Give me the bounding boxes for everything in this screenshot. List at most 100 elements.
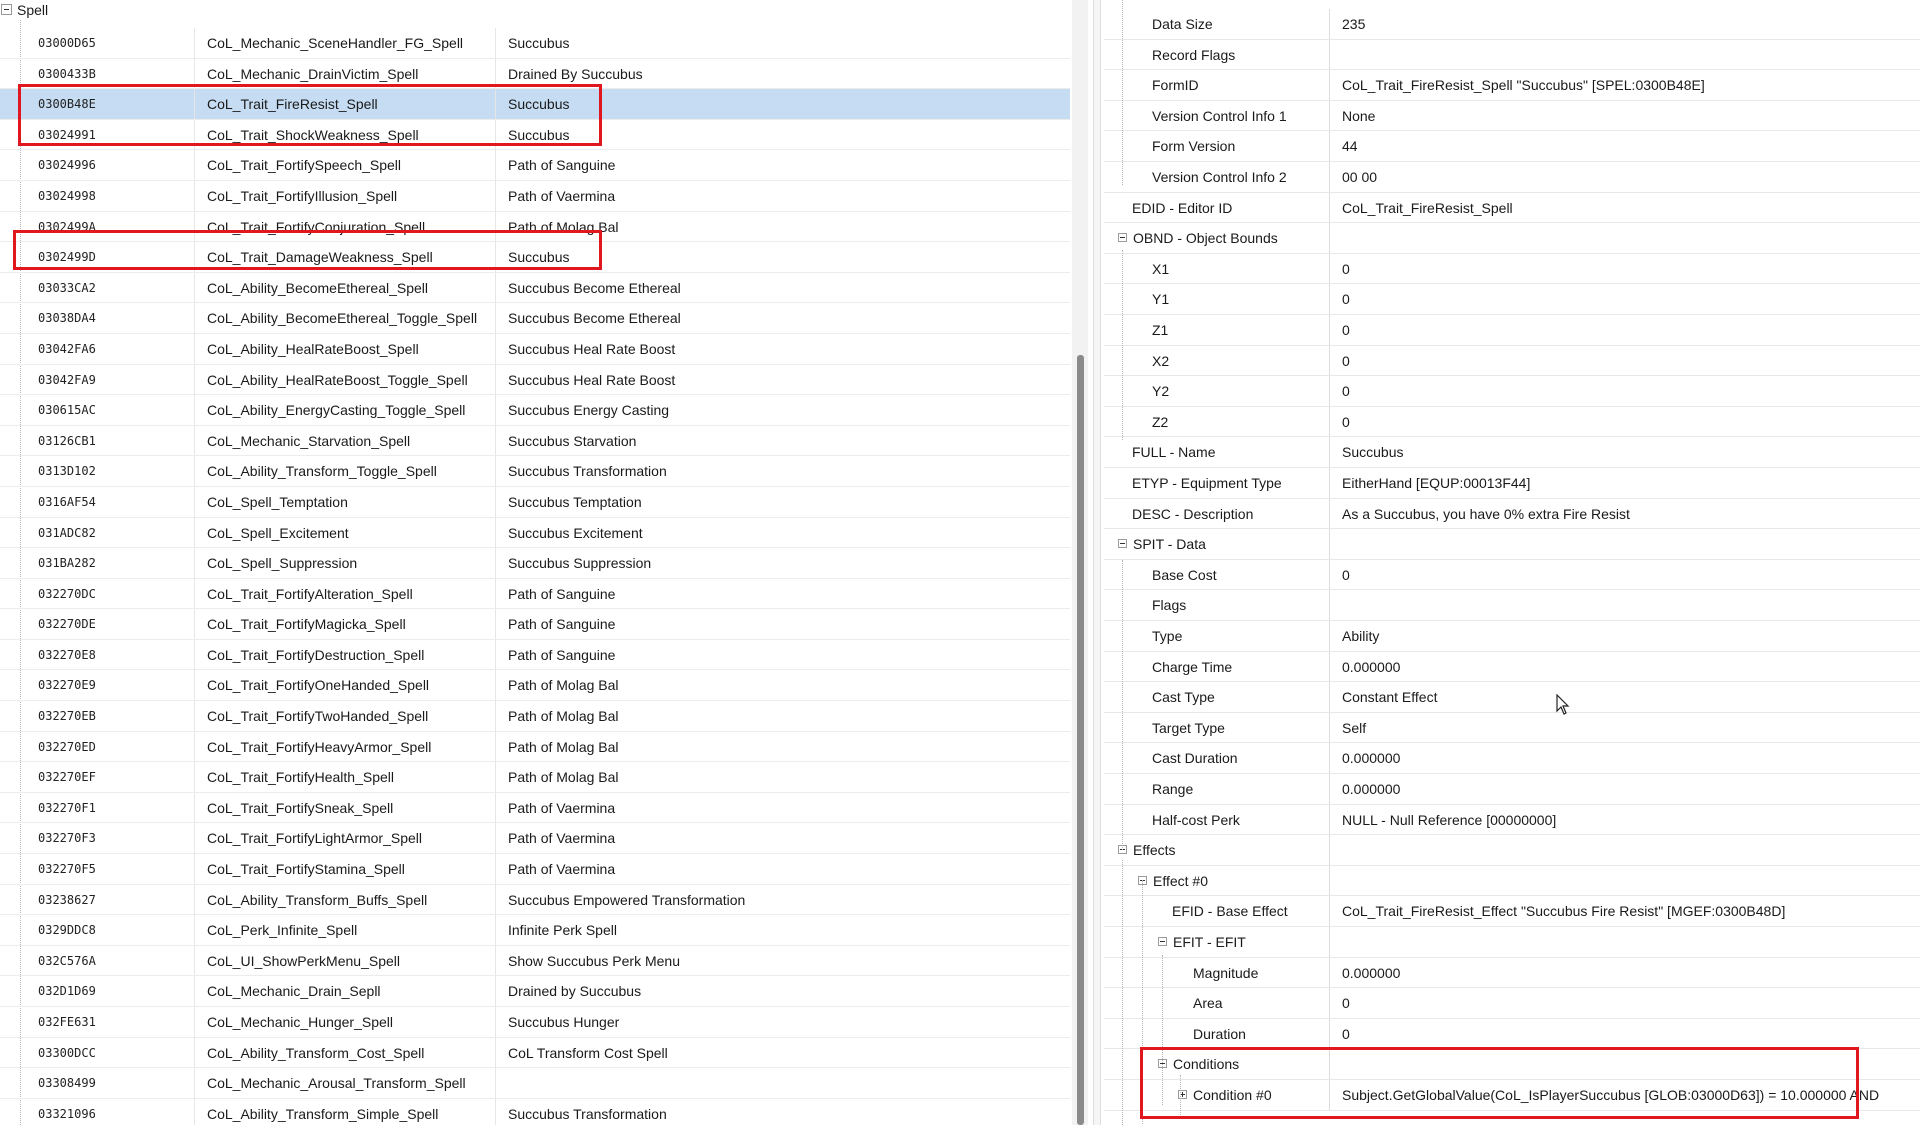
field-key: Conditions: [1173, 1056, 1240, 1073]
record-row[interactable]: 032270E9 CoL_Trait_FortifyOneHanded_Spell…: [0, 670, 1070, 702]
field-row[interactable]: Area 0: [1104, 988, 1920, 1019]
column-divider: [1329, 315, 1330, 345]
field-key: Condition #0: [1193, 1087, 1272, 1103]
record-row[interactable]: 0302499D CoL_Trait_DamageWeakness_Spell Su…: [0, 242, 1070, 273]
field-row[interactable]: DESC - Description As a Succubus, you hav…: [1104, 498, 1920, 530]
field-row[interactable]: ETYP - Equipment Type EitherHand [EQUP:00…: [1104, 468, 1920, 499]
record-row[interactable]: 032270E8 CoL_Trait_FortifyDestruction_Spe…: [0, 639, 1070, 671]
field-row[interactable]: Data Size 235: [1104, 9, 1920, 40]
record-row[interactable]: 032270DE CoL_Trait_FortifyMagicka_Spell Pa…: [0, 609, 1070, 640]
record-row[interactable]: 03033CA2 CoL_Ability_BecomeEthereal_Spell…: [0, 272, 1070, 304]
editor-id-cell: CoL_Ability_Transform_Simple_Spell: [207, 1105, 439, 1122]
tree-guide-line: [1180, 1075, 1181, 1115]
field-row[interactable]: Z2 0: [1104, 406, 1920, 438]
name-cell: Succubus Transformation: [508, 463, 667, 480]
record-row[interactable]: 03126CB1 CoL_Mechanic_Starvation_Spell Suc…: [0, 425, 1070, 457]
record-row[interactable]: 030615AC CoL_Ability_EnergyCasting_Toggle…: [0, 395, 1070, 426]
record-row[interactable]: 03042FA6 CoL_Ability_HealRateBoost_Spell S…: [0, 333, 1070, 365]
record-row[interactable]: 0313D102 CoL_Ability_Transform_Toggle_Spe…: [0, 456, 1070, 487]
field-row[interactable]: SPIT - Data: [1104, 529, 1920, 560]
record-row[interactable]: 032270F5 CoL_Trait_FortifyStamina_Spell Pa…: [0, 854, 1070, 885]
record-row[interactable]: 031ADC82 CoL_Spell_Excitement Succubus Exc…: [0, 517, 1070, 549]
field-row[interactable]: OBND - Object Bounds: [1104, 223, 1920, 254]
record-row[interactable]: 032270F1 CoL_Trait_FortifySneak_Spell Path…: [0, 792, 1070, 824]
field-row[interactable]: Magnitude 0.000000: [1104, 957, 1920, 989]
field-row[interactable]: Conditions: [1104, 1049, 1920, 1080]
record-row[interactable]: 0302499A CoL_Trait_FortifyConjuration_Spe…: [0, 211, 1070, 243]
field-row[interactable]: EFIT - EFIT: [1104, 927, 1920, 958]
column-divider: [1329, 621, 1330, 651]
column-divider: [194, 976, 195, 1006]
column-divider: [1329, 284, 1330, 314]
field-row[interactable]: Effects: [1104, 835, 1920, 866]
collapse-icon[interactable]: [1, 4, 12, 15]
column-divider: [495, 364, 496, 395]
record-row[interactable]: 03038DA4 CoL_Ability_BecomeEthereal_Toggl…: [0, 303, 1070, 334]
field-row[interactable]: Form Version 44: [1104, 131, 1920, 162]
field-key: Record Flags: [1152, 46, 1236, 63]
name-cell: Path of Sanguine: [508, 616, 616, 633]
column-divider: [1329, 162, 1330, 192]
record-row[interactable]: 031BA282 CoL_Spell_Suppression Succubus Su…: [0, 548, 1070, 579]
record-row[interactable]: 032270EB CoL_Trait_FortifyTwoHanded_Spell…: [0, 701, 1070, 732]
record-row[interactable]: 03024998 CoL_Trait_FortifyIllusion_Spell P…: [0, 180, 1070, 212]
field-row[interactable]: Record Flags: [1104, 39, 1920, 71]
pane-splitter[interactable]: [1093, 0, 1101, 1125]
field-row[interactable]: Target Type Self: [1104, 712, 1920, 744]
record-row[interactable]: 0300433B CoL_Mechanic_DrainVictim_Spell Dr…: [0, 58, 1070, 90]
record-row[interactable]: 03300DCC CoL_Ability_Transform_Cost_Spell…: [0, 1037, 1070, 1069]
record-row[interactable]: 03024996 CoL_Trait_FortifySpeech_Spell Pat…: [0, 150, 1070, 181]
field-row[interactable]: Version Control Info 2 00 00: [1104, 162, 1920, 193]
record-row[interactable]: 032270DC CoL_Trait_FortifyAlteration_Spel…: [0, 578, 1070, 610]
field-value: None: [1342, 107, 1376, 124]
collapse-icon[interactable]: [1158, 937, 1167, 946]
field-row[interactable]: FormID CoL_Trait_FireResist_Spell "Succub…: [1104, 70, 1920, 101]
record-row[interactable]: 03308499 CoL_Mechanic_Arousal_Transform_S…: [0, 1068, 1070, 1099]
field-row[interactable]: Condition #0 Subject.GetGlobalValue(CoL_I…: [1104, 1080, 1920, 1111]
record-row[interactable]: 032D1D69 CoL_Mechanic_Drain_Sepll Drained …: [0, 976, 1070, 1007]
record-row[interactable]: 03000D65 CoL_Mechanic_SceneHandler_FG_Spe…: [0, 28, 1070, 59]
field-row[interactable]: Half-cost Perk NULL - Null Reference [000…: [1104, 804, 1920, 836]
field-row[interactable]: Type Ability: [1104, 621, 1920, 652]
field-row[interactable]: Duration 0: [1104, 1018, 1920, 1050]
record-row[interactable]: 03042FA9 CoL_Ability_HealRateBoost_Toggle…: [0, 364, 1070, 396]
field-row[interactable]: Charge Time 0.000000: [1104, 651, 1920, 683]
record-row[interactable]: 032C576A CoL_UI_ShowPerkMenu_Spell Show Su…: [0, 945, 1070, 977]
field-row[interactable]: X1 0: [1104, 253, 1920, 285]
column-divider: [194, 517, 195, 548]
name-cell: Succubus Become Ethereal: [508, 310, 681, 327]
field-row[interactable]: Base Cost 0: [1104, 559, 1920, 591]
scrollbar-thumb[interactable]: [1077, 355, 1084, 1125]
record-row[interactable]: 0300B48E CoL_Trait_FireResist_Spell Succub…: [0, 89, 1070, 120]
form-id-cell: 03033CA2: [38, 280, 96, 295]
record-row[interactable]: 0316AF54 CoL_Spell_Temptation Succubus Tem…: [0, 486, 1070, 518]
field-row[interactable]: X2 0: [1104, 345, 1920, 377]
field-row[interactable]: EFID - Base Effect CoL_Trait_FireResist_E…: [1104, 896, 1920, 927]
field-row[interactable]: EDID - Editor ID CoL_Trait_FireResist_Spe…: [1104, 192, 1920, 224]
editor-id-cell: CoL_Mechanic_Arousal_Transform_Spell: [207, 1075, 466, 1092]
column-divider: [1329, 682, 1330, 712]
record-row[interactable]: 0329DDC8 CoL_Perk_Infinite_Spell Infinite …: [0, 915, 1070, 946]
column-divider: [1329, 345, 1330, 376]
field-row[interactable]: FULL - Name Succubus: [1104, 437, 1920, 468]
collapse-icon[interactable]: [1118, 233, 1127, 243]
field-row[interactable]: Cast Type Constant Effect: [1104, 682, 1920, 713]
field-row[interactable]: Effect #0: [1104, 865, 1920, 897]
record-row[interactable]: 032270ED CoL_Trait_FortifyHeavyArmor_Spel…: [0, 731, 1070, 763]
record-row[interactable]: 032270EF CoL_Trait_FortifyHealth_Spell Pat…: [0, 762, 1070, 793]
record-row[interactable]: 03321096 CoL_Ability_Transform_Simple_Spe…: [0, 1098, 1070, 1125]
field-row[interactable]: Cast Duration 0.000000: [1104, 743, 1920, 774]
field-row[interactable]: Version Control Info 1 None: [1104, 100, 1920, 132]
collapse-icon[interactable]: [1118, 539, 1127, 549]
field-row[interactable]: Flags: [1104, 590, 1920, 621]
record-row[interactable]: 03024991 CoL_Trait_ShockWeakness_Spell Suc…: [0, 119, 1070, 151]
record-row[interactable]: 03238627 CoL_Ability_Transform_Buffs_Spel…: [0, 884, 1070, 916]
field-row[interactable]: Range 0.000000: [1104, 774, 1920, 805]
field-row[interactable]: Z1 0: [1104, 315, 1920, 346]
form-id-cell: 03238627: [38, 892, 96, 907]
record-row[interactable]: 032270F3 CoL_Trait_FortifyLightArmor_Spel…: [0, 823, 1070, 855]
field-row[interactable]: Y2 0: [1104, 376, 1920, 407]
column-divider: [495, 578, 496, 609]
field-row[interactable]: Y1 0: [1104, 284, 1920, 315]
record-row[interactable]: 032FE631 CoL_Mechanic_Hunger_Spell Succubu…: [0, 1007, 1070, 1038]
